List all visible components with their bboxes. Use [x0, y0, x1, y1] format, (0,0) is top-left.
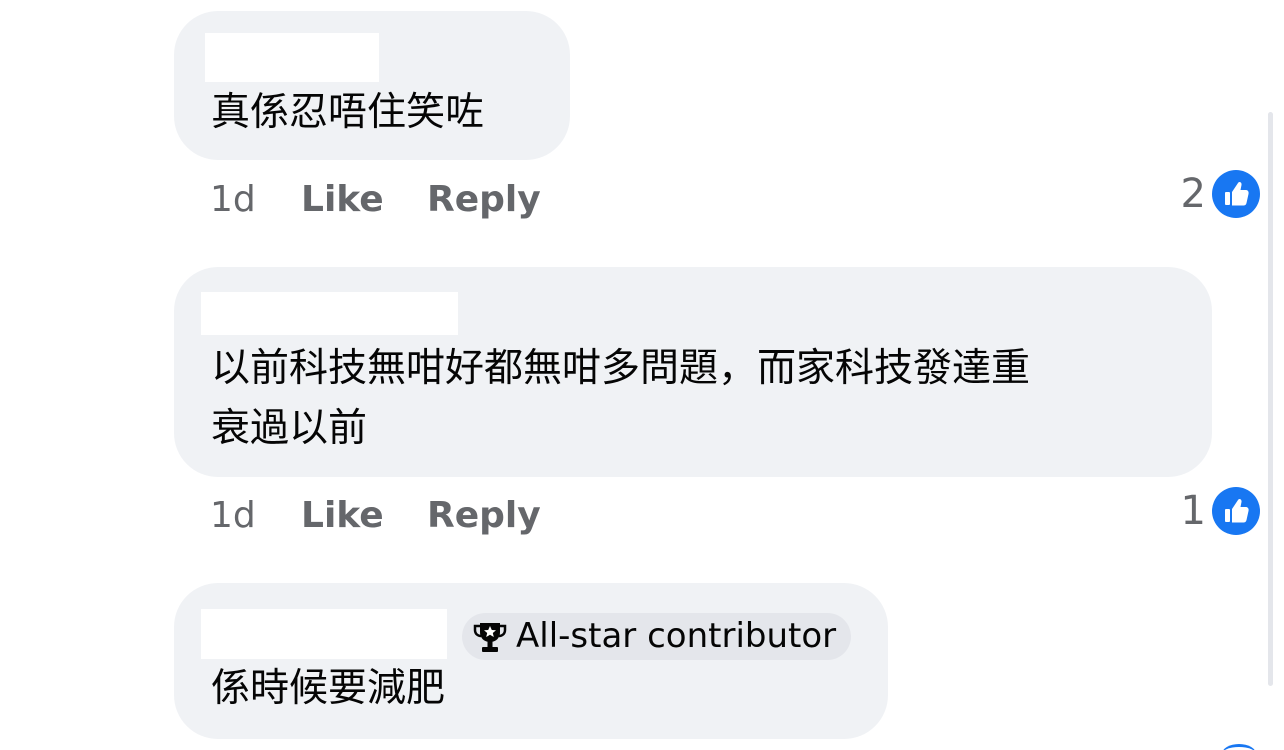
badge-label: All-star contributor: [516, 616, 837, 656]
reaction-summary[interactable]: 2: [1140, 170, 1260, 218]
comment-text-line: 以前科技無咁好都無咁多問題，而家科技發達重: [211, 346, 1031, 391]
comment-text-line: 衰過以前: [211, 406, 368, 451]
author-name-redacted: [201, 292, 458, 335]
partial-reaction-icon: [1222, 744, 1256, 750]
reaction-summary[interactable]: 1: [1140, 487, 1260, 535]
reply-button[interactable]: Reply: [427, 178, 541, 222]
all-star-contributor-badge[interactable]: All-star contributor: [462, 613, 851, 660]
thumbs-up-icon: [1212, 487, 1260, 535]
reaction-count: 1: [1180, 488, 1206, 534]
reply-button[interactable]: Reply: [427, 494, 541, 538]
comment-actions: 1d Like Reply: [210, 494, 610, 538]
trophy-icon: [472, 619, 508, 655]
like-button[interactable]: Like: [301, 178, 384, 222]
thumbs-up-icon: [1212, 170, 1260, 218]
comment-text: 係時候要減肥: [211, 666, 446, 711]
comment-text: 真係忍唔住笑咗: [211, 90, 485, 135]
scrollbar[interactable]: [1268, 112, 1273, 686]
like-button[interactable]: Like: [301, 494, 384, 538]
comment-thread: 真係忍唔住笑咗 1d Like Reply 2 以前科技無咁好都無咁多問題，而家…: [0, 0, 1284, 750]
comment-actions: 1d Like Reply: [210, 178, 610, 222]
author-name-redacted: [205, 33, 379, 82]
reaction-count: 2: [1180, 171, 1206, 217]
comment-timestamp: 1d: [210, 179, 256, 220]
comment-timestamp: 1d: [210, 495, 256, 536]
author-name-redacted: [201, 609, 447, 659]
